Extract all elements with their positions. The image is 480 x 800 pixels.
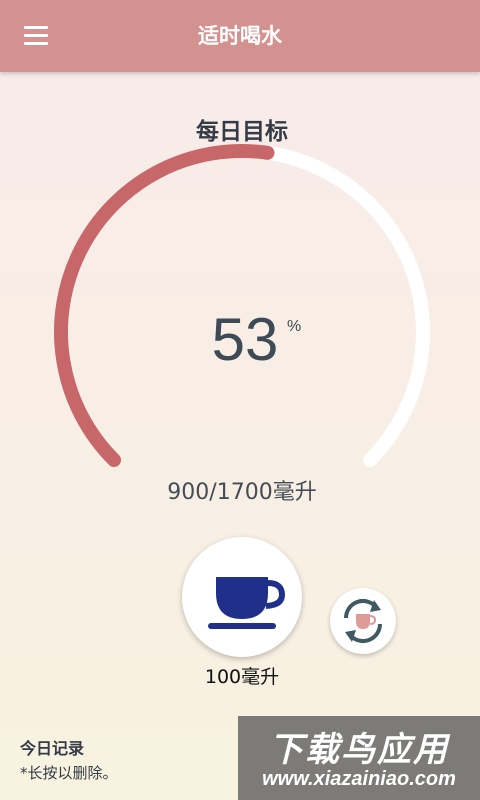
intake-amount: 900/1700毫升: [167, 480, 317, 505]
coffee-cup-icon: [208, 577, 286, 629]
percent-value: 53: [211, 306, 279, 373]
today-records-title: 今日记录: [20, 739, 85, 758]
delete-hint: *长按以删除。: [20, 764, 118, 782]
watermark-text: 下载鸟应用: [269, 730, 449, 770]
switch-cup-button[interactable]: [330, 588, 396, 654]
progress-ring: [54, 144, 430, 467]
watermark-url: www.xiazainiao.com: [262, 768, 456, 790]
refresh-cup-icon: [343, 598, 383, 644]
cup-size-label: 100毫升: [204, 666, 280, 688]
watermark-logo: 下载鸟应用 www.xiazainiao.com: [238, 716, 480, 800]
percent-sign: %: [287, 318, 302, 335]
drink-button[interactable]: [182, 537, 302, 657]
